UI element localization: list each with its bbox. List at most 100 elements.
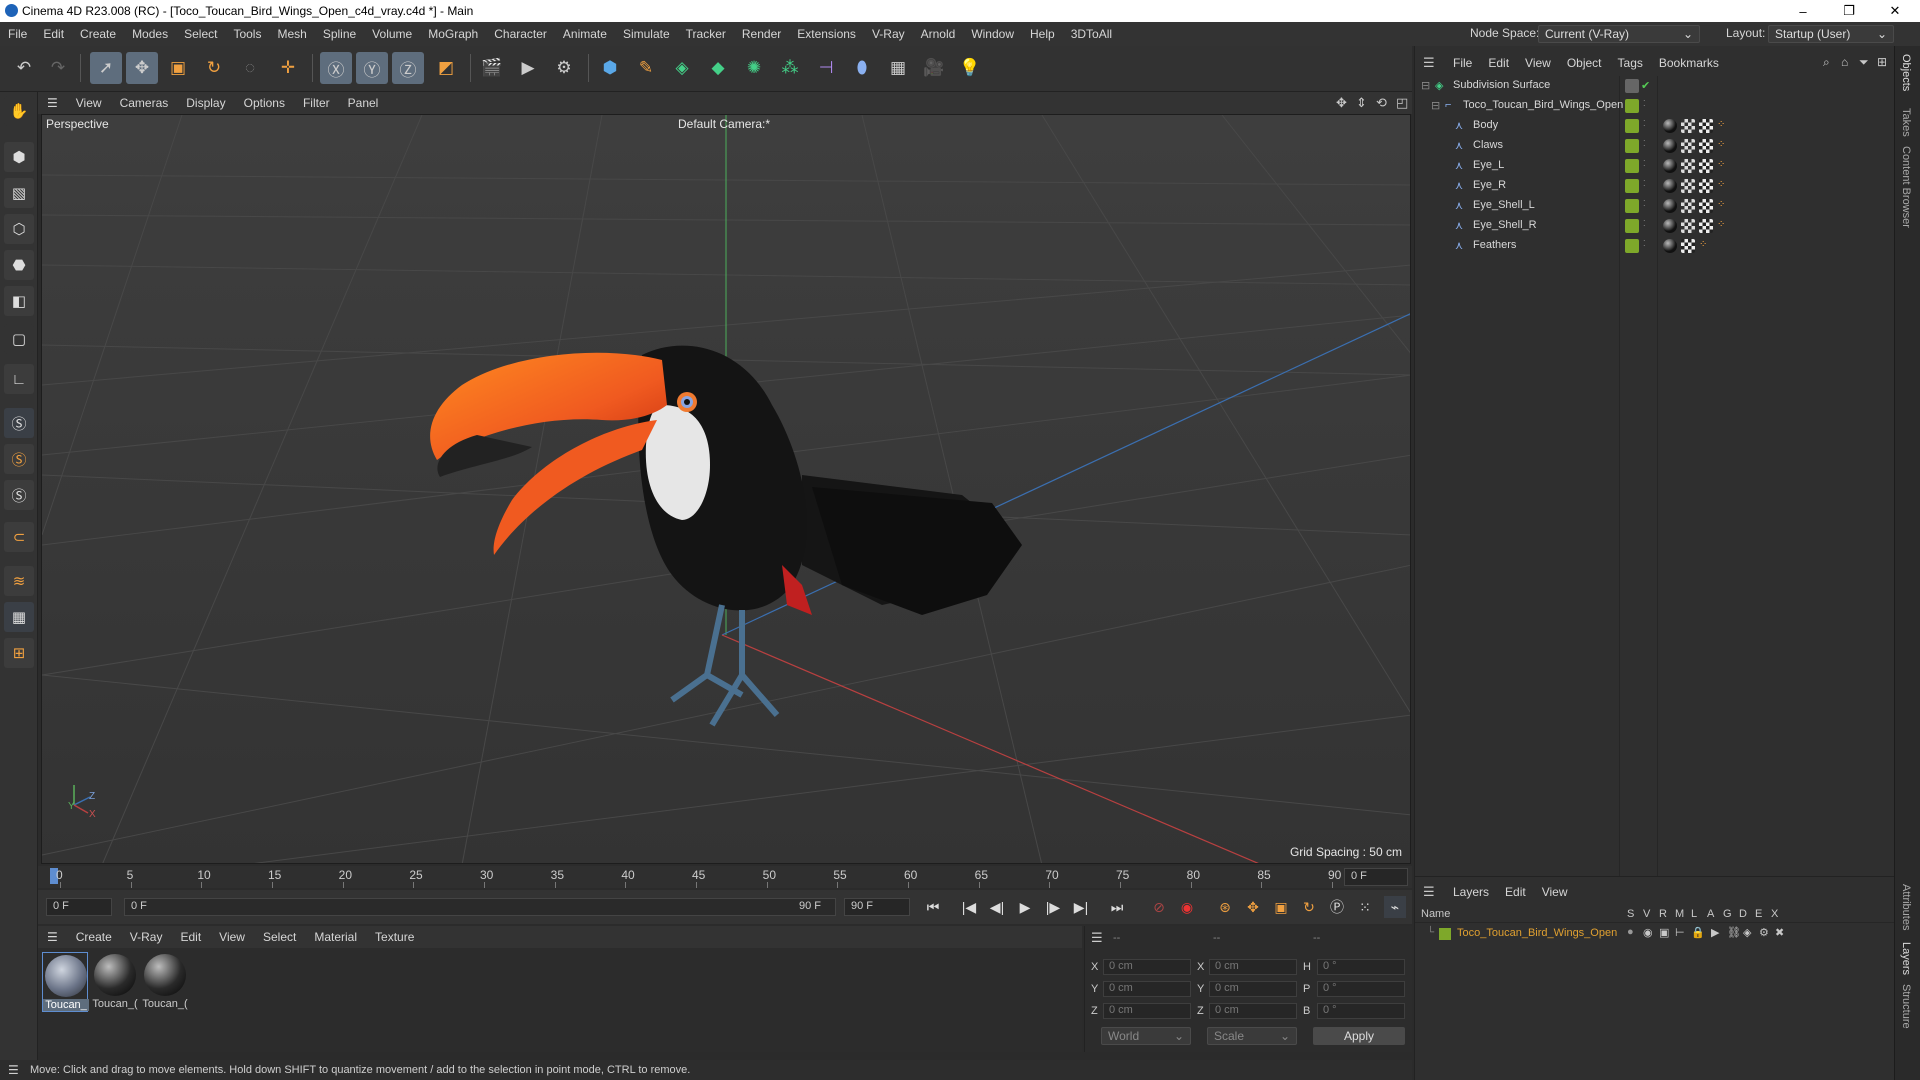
- record-keyframe-icon[interactable]: ◉: [1176, 896, 1198, 918]
- autokey-icon[interactable]: ⊘: [1148, 896, 1170, 918]
- floor-icon[interactable]: ▦: [882, 52, 914, 84]
- menu-arnold[interactable]: Arnold: [913, 27, 964, 41]
- texture-tag-icon[interactable]: [1699, 199, 1713, 213]
- select-tool-icon[interactable]: ➚: [90, 52, 122, 84]
- viewport-menu-display[interactable]: Display: [177, 96, 234, 110]
- tab-content-browser[interactable]: Content Browser: [1900, 146, 1912, 228]
- animation-icon[interactable]: ▶: [1711, 926, 1719, 939]
- 3d-viewport[interactable]: Perspective Default Camera:* Grid Spacin…: [41, 114, 1411, 864]
- vray-material-tag-icon[interactable]: [1663, 199, 1677, 213]
- render-view-icon[interactable]: 🎬: [476, 52, 508, 84]
- menu-mograph[interactable]: MoGraph: [420, 27, 486, 41]
- search-icon[interactable]: ⌕: [1823, 55, 1830, 70]
- magnet-icon[interactable]: ⊂: [4, 522, 34, 552]
- material-menu-edit[interactable]: Edit: [171, 930, 210, 944]
- dolly-view-icon[interactable]: ⇕: [1356, 95, 1367, 111]
- phong-tag-icon[interactable]: ⁘: [1717, 119, 1725, 130]
- lock-icon[interactable]: 🔒: [1691, 926, 1705, 939]
- uvw-tag-icon[interactable]: [1681, 219, 1695, 233]
- move-tool-icon[interactable]: ✥: [126, 52, 158, 84]
- field-icon[interactable]: ⬮: [846, 52, 878, 84]
- material-menu-texture[interactable]: Texture: [366, 930, 423, 944]
- camera-label[interactable]: Default Camera:*: [678, 117, 770, 131]
- visibility-dots-icon[interactable]: ⁚: [1643, 179, 1646, 188]
- vray-material-tag-icon[interactable]: [1663, 219, 1677, 233]
- layer-row[interactable]: └ Toco_Toucan_Bird_Wings_Open ● ◉ ▣ ⊢ 🔒 …: [1415, 925, 1895, 943]
- object-menu-object[interactable]: Object: [1559, 56, 1610, 70]
- polygons-mode-icon[interactable]: ◧: [4, 286, 34, 316]
- visibility-dots-icon[interactable]: ⁚: [1643, 99, 1646, 108]
- model-mode-icon[interactable]: ⬢: [4, 142, 34, 172]
- visibility-dots-icon[interactable]: ⁚: [1643, 159, 1646, 168]
- pos-z-field[interactable]: 0 cm: [1103, 1003, 1191, 1019]
- object-row-toucan-root[interactable]: ⊟ ⌐ Toco_Toucan_Bird_Wings_Open ⁚: [1415, 96, 1895, 116]
- grid-icon[interactable]: ▦: [4, 602, 34, 632]
- menu-animate[interactable]: Animate: [555, 27, 615, 41]
- layer-color-swatch[interactable]: [1625, 99, 1639, 113]
- size-y-field[interactable]: 0 cm: [1209, 981, 1297, 997]
- menu-3dtoall[interactable]: 3DToAll: [1063, 27, 1120, 41]
- edit-toggle-icon[interactable]: [1625, 79, 1639, 93]
- viewport-canvas[interactable]: [42, 115, 1411, 864]
- phong-tag-icon[interactable]: ⁘: [1699, 239, 1707, 250]
- enabled-check-icon[interactable]: ✔: [1641, 79, 1650, 92]
- z-axis-lock-icon[interactable]: Ⓩ: [392, 52, 424, 84]
- layer-color-swatch[interactable]: [1625, 139, 1639, 153]
- quantize-icon[interactable]: Ⓢ: [4, 480, 34, 510]
- menu-window[interactable]: Window: [963, 27, 1022, 41]
- phong-tag-icon[interactable]: ⁘: [1717, 179, 1725, 190]
- texture-tag-icon[interactable]: [1699, 219, 1713, 233]
- object-menu-tags[interactable]: Tags: [1610, 56, 1651, 70]
- material-swatch[interactable]: Toucan_(: [92, 952, 138, 1012]
- next-frame-button[interactable]: |▶: [1042, 896, 1064, 918]
- key-scale-icon[interactable]: ▣: [1270, 896, 1292, 918]
- key-parameter-icon[interactable]: Ⓟ: [1326, 896, 1348, 918]
- hamburger-icon[interactable]: ☰: [38, 96, 67, 110]
- hamburger-icon[interactable]: ☰: [1423, 884, 1435, 900]
- menu-create[interactable]: Create: [72, 27, 124, 41]
- key-selection-icon[interactable]: ⊛: [1214, 896, 1236, 918]
- vray-material-tag-icon[interactable]: [1663, 179, 1677, 193]
- maximize-button[interactable]: ❐: [1826, 0, 1872, 22]
- phong-tag-icon[interactable]: ⁘: [1717, 159, 1725, 170]
- workplane-icon[interactable]: ≋: [4, 566, 34, 596]
- menu-file[interactable]: File: [0, 27, 35, 41]
- rot-h-field[interactable]: 0 °: [1317, 959, 1405, 975]
- spline-pen-icon[interactable]: ✎: [630, 52, 662, 84]
- menu-volume[interactable]: Volume: [364, 27, 420, 41]
- layer-menu-layers[interactable]: Layers: [1445, 885, 1497, 899]
- transform-tool-icon[interactable]: ✛: [272, 52, 304, 84]
- rot-p-field[interactable]: 0 °: [1317, 981, 1405, 997]
- material-menu-create[interactable]: Create: [67, 930, 121, 944]
- layer-column-r[interactable]: R: [1659, 908, 1667, 920]
- hamburger-icon[interactable]: ☰: [38, 930, 67, 944]
- manager-icon[interactable]: ⊢: [1675, 926, 1685, 939]
- viewport-menu-cameras[interactable]: Cameras: [111, 96, 178, 110]
- key-position-icon[interactable]: ✥: [1242, 896, 1264, 918]
- snap-icon[interactable]: Ⓢ: [4, 408, 34, 438]
- layer-menu-view[interactable]: View: [1534, 885, 1576, 899]
- layer-column-x[interactable]: X: [1771, 908, 1778, 920]
- object-row-body[interactable]: ⋏ Body ⁚ ⁘: [1415, 116, 1895, 136]
- menu-character[interactable]: Character: [486, 27, 555, 41]
- hamburger-icon[interactable]: ☰: [1423, 55, 1435, 71]
- visible-eye-icon[interactable]: ◉: [1643, 926, 1653, 939]
- rotate-tool-icon[interactable]: ↻: [198, 52, 230, 84]
- layer-name[interactable]: Toco_Toucan_Bird_Wings_Open: [1457, 927, 1617, 939]
- pos-x-field[interactable]: 0 cm: [1103, 959, 1191, 975]
- layer-column-d[interactable]: D: [1739, 908, 1747, 920]
- go-to-start-button[interactable]: ⏮: [922, 896, 944, 918]
- menu-select[interactable]: Select: [176, 27, 225, 41]
- visibility-dots-icon[interactable]: ⁚: [1643, 239, 1646, 248]
- maximize-view-icon[interactable]: ◰: [1396, 95, 1408, 111]
- cloner-icon[interactable]: ✺: [738, 52, 770, 84]
- points-mode-icon[interactable]: ⬡: [4, 214, 34, 244]
- previous-key-button[interactable]: |◀: [958, 896, 980, 918]
- uv-mode-icon[interactable]: ▢: [4, 324, 34, 354]
- tab-attributes[interactable]: Attributes: [1900, 884, 1912, 930]
- transform-mode-dropdown[interactable]: Scale ⌄: [1207, 1027, 1297, 1045]
- menu-tracker[interactable]: Tracker: [678, 27, 734, 41]
- scale-tool-icon[interactable]: ▣: [162, 52, 194, 84]
- vray-material-tag-icon[interactable]: [1663, 159, 1677, 173]
- hamburger-icon[interactable]: ☰: [1091, 930, 1103, 946]
